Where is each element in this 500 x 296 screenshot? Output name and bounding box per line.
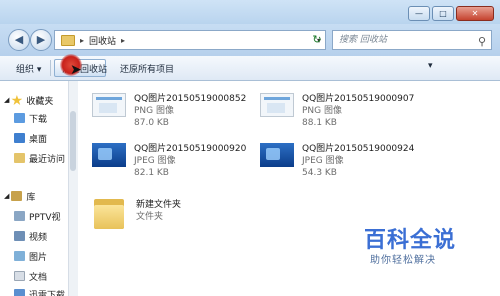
folder-type: 文件夹: [136, 212, 164, 222]
collapse-icon[interactable]: ◢: [4, 96, 9, 104]
file-item[interactable]: QQ图片20150519000852 PNG 图像 87.0 KB: [92, 93, 246, 129]
video-library-icon: [14, 211, 25, 221]
organize-button[interactable]: 组织 ▾: [16, 62, 41, 75]
star-icon: [11, 95, 23, 105]
file-size: 88.1 KB: [302, 118, 337, 128]
desktop-icon: [14, 133, 25, 143]
file-name: QQ图片20150519000920: [134, 144, 247, 154]
file-size: 82.1 KB: [134, 168, 169, 178]
file-item[interactable]: QQ图片20150519000924 JPEG 图像 54.3 KB: [260, 143, 414, 179]
file-item[interactable]: QQ图片20150519000920 JPEG 图像 82.1 KB: [92, 143, 246, 179]
maximize-icon[interactable]: □: [432, 6, 454, 21]
file-type: PNG 图像: [302, 106, 342, 116]
folder-name: 新建文件夹: [136, 200, 182, 210]
file-list: QQ图片20150519000852 PNG 图像 87.0 KB QQ图片20…: [78, 81, 500, 296]
search-icon[interactable]: ⚲: [478, 33, 486, 51]
png-file-icon: [92, 93, 126, 117]
folder-item[interactable]: 新建文件夹 文件夹: [94, 195, 181, 229]
file-type: PNG 图像: [134, 106, 174, 116]
sidebar-item-thunder-downloads[interactable]: 迅雷下载: [14, 287, 65, 296]
sidebar-item-label: PPTV视: [29, 212, 61, 223]
title-bar: — □ ✕: [0, 0, 500, 24]
address-row: ◀ ▶ ▸ 回收站 ▸ ▾ ↻ 搜索 回收站 ⚲: [0, 24, 500, 56]
scrollbar-thumb[interactable]: [70, 111, 76, 171]
documents-icon: [14, 271, 25, 281]
sidebar-item-recent[interactable]: 最近访问: [14, 151, 65, 165]
download-folder-icon: [14, 113, 25, 123]
search-placeholder: 搜索 回收站: [339, 35, 387, 45]
watermark-brand: 百科全说: [364, 228, 457, 253]
sidebar-item-label: 文档: [29, 272, 48, 283]
folder-icon: [94, 195, 124, 229]
sidebar-item-libraries[interactable]: ◢ 库: [4, 189, 35, 203]
sidebar-item-label: 迅雷下载: [29, 290, 66, 296]
sidebar-item-label: 桌面: [29, 134, 48, 145]
file-size: 87.0 KB: [134, 118, 169, 128]
sidebar-item-pictures[interactable]: 图片: [14, 249, 47, 263]
sidebar-item-label: 库: [26, 192, 36, 203]
png-file-icon: [260, 93, 294, 117]
sidebar-item-desktop[interactable]: 桌面: [14, 131, 47, 145]
minimize-icon[interactable]: —: [408, 6, 430, 21]
address-bar[interactable]: ▸ 回收站 ▸ ▾: [54, 30, 326, 50]
restore-all-button[interactable]: 还原所有项目: [120, 62, 174, 75]
chevron-down-icon[interactable]: ▾: [428, 61, 433, 71]
file-type: JPEG 图像: [302, 156, 344, 166]
organize-label: 组织: [16, 65, 35, 75]
collapse-icon[interactable]: ◢: [4, 192, 9, 200]
sidebar-item-documents[interactable]: 文档: [14, 269, 47, 283]
forward-icon[interactable]: ▶: [30, 29, 52, 51]
chevron-down-icon: ▾: [36, 65, 42, 75]
file-name: QQ图片20150519000924: [302, 144, 415, 154]
navigation-pane: ◢ 收藏夹 下载 桌面 最近访问 ◢ 库 PPTV视 视频 图片 文档 迅雷下载: [0, 81, 69, 296]
sidebar-item-label: 收藏夹: [26, 96, 54, 107]
download-folder-icon: [14, 289, 25, 296]
file-item[interactable]: QQ图片20150519000907 PNG 图像 88.1 KB: [260, 93, 414, 129]
file-name: QQ图片20150519000907: [302, 94, 415, 104]
sidebar-item-favorites[interactable]: ◢ 收藏夹: [4, 93, 53, 107]
recycle-bin-icon: [61, 34, 75, 46]
library-icon: [11, 191, 23, 201]
sidebar-item-label: 下载: [29, 114, 48, 125]
sidebar-scrollbar[interactable]: [68, 81, 78, 296]
file-type: JPEG 图像: [134, 156, 176, 166]
chevron-right-icon: ▸: [121, 35, 126, 45]
sidebar-item-pptv[interactable]: PPTV视: [14, 209, 61, 223]
recent-places-icon: [14, 153, 25, 163]
sidebar-item-label: 图片: [29, 252, 48, 263]
close-icon[interactable]: ✕: [456, 6, 494, 21]
sidebar-item-videos[interactable]: 视频: [14, 229, 47, 243]
watermark-tagline: 助你轻松解决: [370, 255, 436, 266]
sidebar-item-downloads[interactable]: 下载: [14, 111, 47, 125]
file-size: 54.3 KB: [302, 168, 337, 178]
file-name: QQ图片20150519000852: [134, 94, 247, 104]
sidebar-item-label: 最近访问: [29, 154, 66, 165]
sidebar-item-label: 视频: [29, 232, 48, 243]
breadcrumb-recycle-bin[interactable]: 回收站: [89, 34, 116, 47]
jpeg-file-icon: [260, 143, 294, 167]
refresh-icon[interactable]: ↻: [310, 32, 324, 48]
search-input[interactable]: 搜索 回收站 ⚲: [332, 30, 492, 50]
divider: [50, 60, 51, 76]
jpeg-file-icon: [92, 143, 126, 167]
back-icon[interactable]: ◀: [8, 29, 30, 51]
pictures-icon: [14, 251, 25, 261]
chevron-right-icon: ▸: [80, 35, 85, 45]
videos-icon: [14, 231, 25, 241]
mouse-cursor-icon: ➤: [70, 62, 82, 78]
window-controls: — □ ✕: [408, 6, 494, 21]
